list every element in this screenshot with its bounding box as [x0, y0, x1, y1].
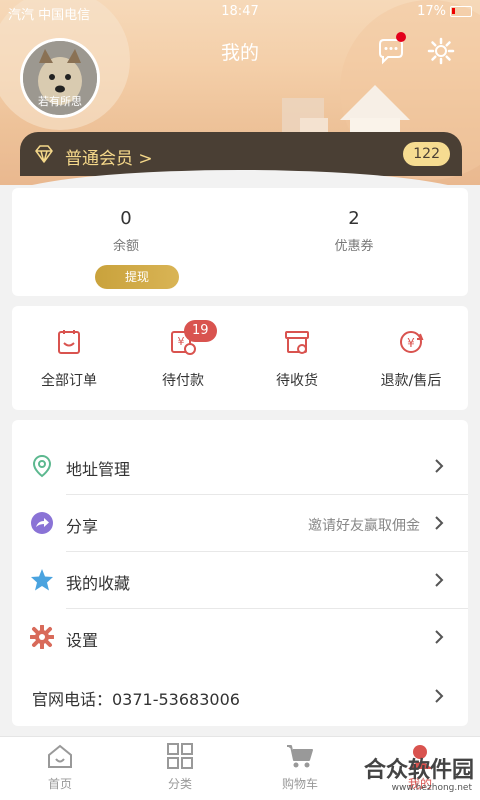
chevron-right-icon — [435, 630, 444, 644]
order-pending-payment[interactable]: ¥ 19 待付款 — [126, 320, 240, 390]
chevron-right-icon — [435, 573, 444, 587]
svg-text:¥: ¥ — [407, 336, 415, 350]
tab-label: 购物车 — [281, 777, 318, 791]
balance-item[interactable]: 0 余额 — [12, 208, 240, 254]
battery-percent: 17% — [417, 4, 446, 19]
header-settings-button[interactable] — [426, 36, 456, 66]
category-icon — [167, 743, 193, 769]
menu-item-label: 我的收藏 — [66, 574, 131, 593]
tab-home[interactable]: 首页 — [0, 743, 120, 792]
official-phone: 官网电话：0371-53683006 — [32, 690, 240, 709]
status-bar: 汽汽 中国电信 18:47 17% — [0, 0, 480, 24]
member-points-badge: 122 — [403, 142, 450, 166]
username: 若有所思 — [38, 95, 82, 108]
share-hint: 邀请好友赢取佣金 — [308, 518, 420, 534]
star-icon — [31, 569, 53, 591]
pending-delivery-icon — [285, 331, 309, 354]
cart-icon — [287, 745, 313, 768]
location-pin-icon — [32, 454, 52, 478]
message-unread-dot — [396, 32, 406, 42]
chevron-right-icon — [435, 459, 444, 473]
menu-item-address[interactable]: 地址管理 — [12, 438, 468, 495]
chevron-right-icon — [435, 689, 444, 703]
order-label: 待付款 — [162, 373, 204, 389]
orders-card: 全部订单 ¥ 19 待付款 待收货 ¥ 退款/售后 — [12, 306, 468, 410]
withdraw-button[interactable]: 提现 — [95, 265, 179, 289]
menu-item-share[interactable]: 分享 邀请好友赢取佣金 — [12, 495, 468, 552]
menu-item-label: 分享 — [66, 517, 99, 536]
tab-cart[interactable]: 购物车 — [240, 743, 360, 792]
svg-text:¥: ¥ — [178, 335, 185, 348]
battery-icon — [450, 6, 472, 17]
menu-item-favorites[interactable]: 我的收藏 — [12, 552, 468, 609]
balance-value: 0 — [120, 208, 132, 229]
watermark-logo-text: 合众软件园 — [363, 758, 474, 783]
order-pending-delivery[interactable]: 待收货 — [240, 328, 354, 390]
refund-icon: ¥ — [400, 331, 424, 353]
order-refund[interactable]: ¥ 退款/售后 — [354, 328, 468, 390]
menu-item-label: 地址管理 — [66, 460, 131, 479]
gear-icon — [30, 625, 54, 649]
diamond-icon — [35, 145, 53, 163]
menu-item-settings[interactable]: 设置 — [12, 609, 468, 666]
watermark-url: www.hezhong.net — [391, 783, 472, 793]
pending-payment-badge: 19 — [184, 320, 217, 342]
message-button[interactable] — [376, 32, 406, 66]
chevron-right-icon — [435, 516, 444, 530]
avatar[interactable]: 若有所思 — [20, 38, 100, 118]
coupon-value: 2 — [348, 208, 360, 229]
order-label: 待收货 — [276, 373, 318, 389]
balance-card: 0 余额 2 优惠券 提现 — [12, 188, 468, 296]
gear-icon — [427, 37, 455, 65]
tab-label: 首页 — [47, 777, 72, 791]
tab-category[interactable]: 分类 — [120, 743, 240, 792]
profile-header: 汽汽 中国电信 18:47 17% 我的 若有所思 普通会员 > 122 — [0, 0, 480, 185]
share-icon — [31, 512, 53, 534]
tab-label: 分类 — [167, 777, 192, 791]
menu-card: 地址管理 分享 邀请好友赢取佣金 我的收藏 设置 官网电话：0371-53683… — [12, 420, 468, 726]
coupon-item[interactable]: 2 优惠券 — [240, 208, 468, 254]
menu-item-phone[interactable]: 官网电话：0371-53683006 — [12, 668, 468, 725]
home-icon — [48, 744, 72, 768]
member-level-label: 普通会员 > — [65, 149, 153, 169]
status-right: 17% — [417, 4, 472, 19]
menu-item-label: 设置 — [66, 631, 99, 650]
order-label: 退款/售后 — [380, 373, 442, 389]
order-label: 全部订单 — [41, 373, 97, 389]
all-orders-icon — [58, 330, 80, 354]
balance-label: 余额 — [112, 239, 139, 254]
order-all[interactable]: 全部订单 — [12, 328, 126, 390]
coupon-label: 优惠券 — [334, 239, 374, 254]
status-time: 18:47 — [221, 4, 259, 19]
